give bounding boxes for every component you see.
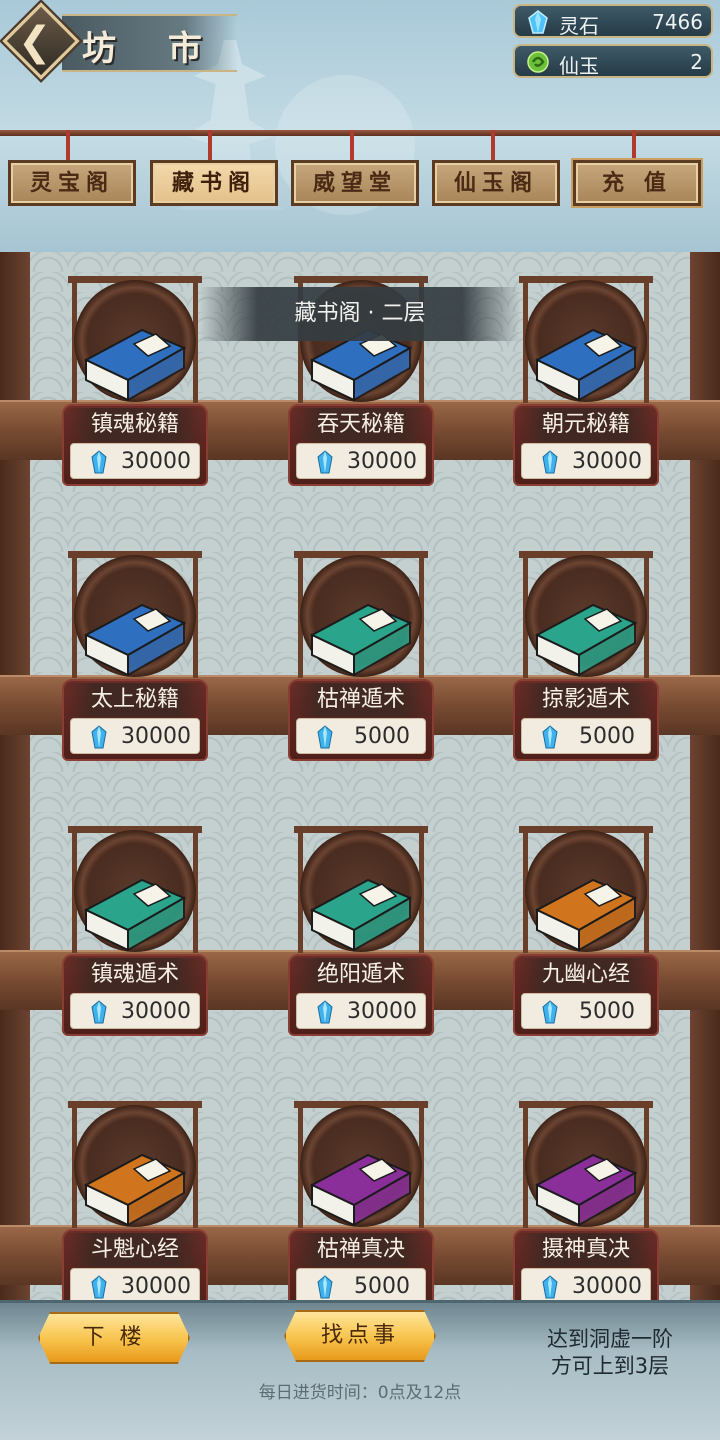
floor-banner: 藏书阁 · 二层 [200, 287, 520, 341]
spirit-stone-icon [317, 725, 333, 749]
floor-requirement-hint: 达到洞虚一阶 方可上到3层 [547, 1327, 673, 1378]
item-price-box: 30000 [296, 443, 426, 479]
book-icon [309, 878, 413, 952]
shop-item[interactable]: 镇魂秘籍 30000 [62, 276, 212, 486]
item-name: 镇魂遁术 [66, 958, 204, 992]
tab-lingbao[interactable]: 灵宝阁 [8, 160, 136, 206]
item-price-box: 5000 [296, 1268, 426, 1304]
item-price-box: 30000 [70, 443, 200, 479]
tab-hook [491, 130, 495, 160]
currency-value: 7466 [652, 10, 703, 34]
book-icon [534, 878, 638, 952]
spirit-stone-icon [317, 1275, 333, 1299]
tab-xianyu[interactable]: 仙玉阁 [432, 160, 560, 206]
spirit-stone-icon [91, 725, 107, 749]
currency-value: 2 [690, 50, 703, 74]
page-title: 坊 市 [82, 29, 222, 69]
shop-item[interactable]: 摄神真决 30000 [513, 1101, 663, 1311]
currency-jade[interactable]: 仙玉 2 [513, 44, 713, 78]
currency-name: 仙玉 [559, 54, 599, 78]
spirit-stone-icon [91, 450, 107, 474]
spirit-stone-icon [91, 1000, 107, 1024]
spirit-stone-icon [542, 1275, 558, 1299]
tab-rail [0, 130, 720, 136]
tab-hook [632, 130, 636, 160]
restock-time: 每日进货时间：0点及12点 [258, 1383, 462, 1403]
item-name: 掠影遁术 [517, 683, 655, 717]
spirit-stone-icon [317, 1000, 333, 1024]
item-price-box: 30000 [521, 1268, 651, 1304]
item-name: 枯禅真决 [292, 1233, 430, 1267]
book-icon [534, 603, 638, 677]
tab-cangshu[interactable]: 藏书阁 [150, 160, 278, 206]
item-price: 30000 [572, 449, 642, 474]
shop-item[interactable]: 斗魁心经 30000 [62, 1101, 212, 1311]
spirit-stone-icon [542, 450, 558, 474]
spirit-stone-icon [542, 725, 558, 749]
tab-weiwang[interactable]: 威望堂 [291, 160, 419, 206]
item-name: 镇魂秘籍 [66, 408, 204, 442]
back-arrow-icon: ❮ [18, 19, 52, 65]
currency-name: 灵石 [559, 14, 599, 38]
shop-item[interactable]: 绝阳遁术 30000 [288, 826, 438, 1036]
tab-hook [66, 130, 70, 160]
shop-item[interactable]: 枯禅遁术 5000 [288, 551, 438, 761]
item-name: 吞天秘籍 [292, 408, 430, 442]
item-price-box: 5000 [521, 718, 651, 754]
item-price-box: 5000 [296, 718, 426, 754]
book-icon [83, 1153, 187, 1227]
item-price-box: 30000 [296, 993, 426, 1029]
item-price-box: 30000 [521, 443, 651, 479]
shop-item[interactable]: 枯禅真决 5000 [288, 1101, 438, 1311]
item-price: 30000 [347, 999, 417, 1024]
spirit-stone-icon [542, 1000, 558, 1024]
item-name: 朝元秘籍 [517, 408, 655, 442]
spirit-stone-icon [91, 1275, 107, 1299]
item-price: 5000 [354, 724, 410, 749]
go-downstairs-button[interactable]: 下 楼 [38, 1312, 190, 1364]
item-price-box: 5000 [521, 993, 651, 1029]
tab-recharge[interactable]: 充 值 [573, 160, 701, 206]
item-price-box: 30000 [70, 993, 200, 1029]
shop-item[interactable]: 朝元秘籍 30000 [513, 276, 663, 486]
item-price: 5000 [579, 724, 635, 749]
book-icon [309, 1153, 413, 1227]
item-price: 30000 [347, 449, 417, 474]
item-name: 绝阳遁术 [292, 958, 430, 992]
item-name: 枯禅遁术 [292, 683, 430, 717]
item-price-box: 30000 [70, 718, 200, 754]
tab-hook [208, 130, 212, 160]
shop-item[interactable]: 镇魂遁术 30000 [62, 826, 212, 1036]
item-name: 九幽心经 [517, 958, 655, 992]
item-price: 30000 [121, 724, 191, 749]
item-price-box: 30000 [70, 1268, 200, 1304]
item-name: 太上秘籍 [66, 683, 204, 717]
find-task-button[interactable]: 找点事 [284, 1310, 436, 1362]
book-icon [534, 1153, 638, 1227]
book-icon [83, 603, 187, 677]
currency-spirit-stone[interactable]: 灵石 7466 [513, 4, 713, 38]
book-icon [83, 328, 187, 402]
item-price: 30000 [121, 449, 191, 474]
shop-item[interactable]: 掠影遁术 5000 [513, 551, 663, 761]
book-icon [309, 603, 413, 677]
shop-item[interactable]: 太上秘籍 30000 [62, 551, 212, 761]
jade-icon [527, 51, 549, 73]
book-icon [83, 878, 187, 952]
book-icon [534, 328, 638, 402]
spirit-stone-icon [528, 10, 548, 34]
item-name: 摄神真决 [517, 1233, 655, 1267]
item-price: 30000 [121, 999, 191, 1024]
item-name: 斗魁心经 [66, 1233, 204, 1267]
shop-item[interactable]: 九幽心经 5000 [513, 826, 663, 1036]
item-price: 5000 [579, 999, 635, 1024]
tab-hook [350, 130, 354, 160]
spirit-stone-icon [317, 450, 333, 474]
